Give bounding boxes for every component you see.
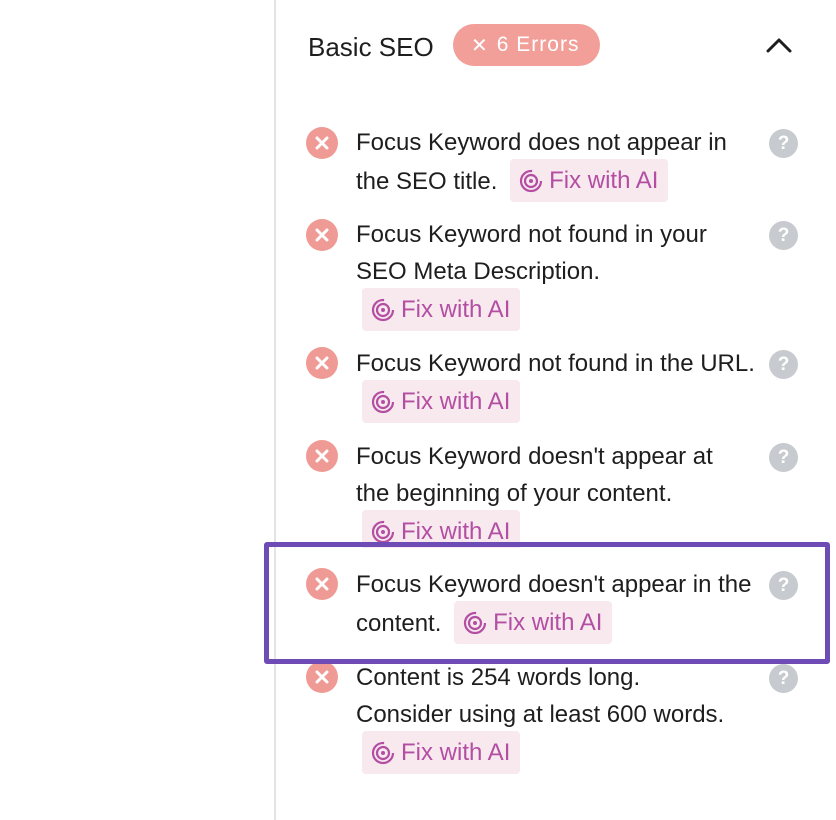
- fix-with-ai-label: Fix with AI: [493, 609, 603, 636]
- check-message: Focus Keyword doesn't appear at the begi…: [356, 443, 713, 507]
- ai-logo-icon: [463, 611, 487, 634]
- help-icon[interactable]: ?: [769, 571, 798, 600]
- error-x-icon: [306, 661, 338, 693]
- fix-with-ai-button[interactable]: Fix with AI: [362, 510, 521, 548]
- error-x-icon: [306, 568, 338, 600]
- help-icon[interactable]: ?: [769, 443, 798, 472]
- basic-seo-panel: Basic SEO ✕ 6 Errors Focus Keyword does …: [276, 0, 836, 820]
- check-item-text: Focus Keyword doesn't appear in the cont…: [356, 566, 756, 646]
- ai-logo-icon: [371, 520, 395, 543]
- error-x-icon: [306, 440, 338, 472]
- left-pane: [0, 0, 274, 820]
- fix-with-ai-button[interactable]: Fix with AI: [362, 731, 521, 774]
- check-item: Focus Keyword doesn't appear at the begi…: [276, 0, 836, 548]
- fix-with-ai-label: Fix with AI: [401, 739, 511, 766]
- ai-logo-icon: [371, 741, 395, 764]
- check-item-text: Focus Keyword doesn't appear at the begi…: [356, 438, 751, 548]
- check-message: Content is 254 words long. Consider usin…: [356, 664, 725, 728]
- fix-with-ai-label: Fix with AI: [401, 518, 511, 545]
- check-item-text: Content is 254 words long. Consider usin…: [356, 659, 736, 776]
- help-icon[interactable]: ?: [769, 664, 798, 693]
- seo-analysis-page: Basic SEO ✕ 6 Errors Focus Keyword does …: [0, 0, 836, 820]
- fix-with-ai-button[interactable]: Fix with AI: [454, 601, 613, 644]
